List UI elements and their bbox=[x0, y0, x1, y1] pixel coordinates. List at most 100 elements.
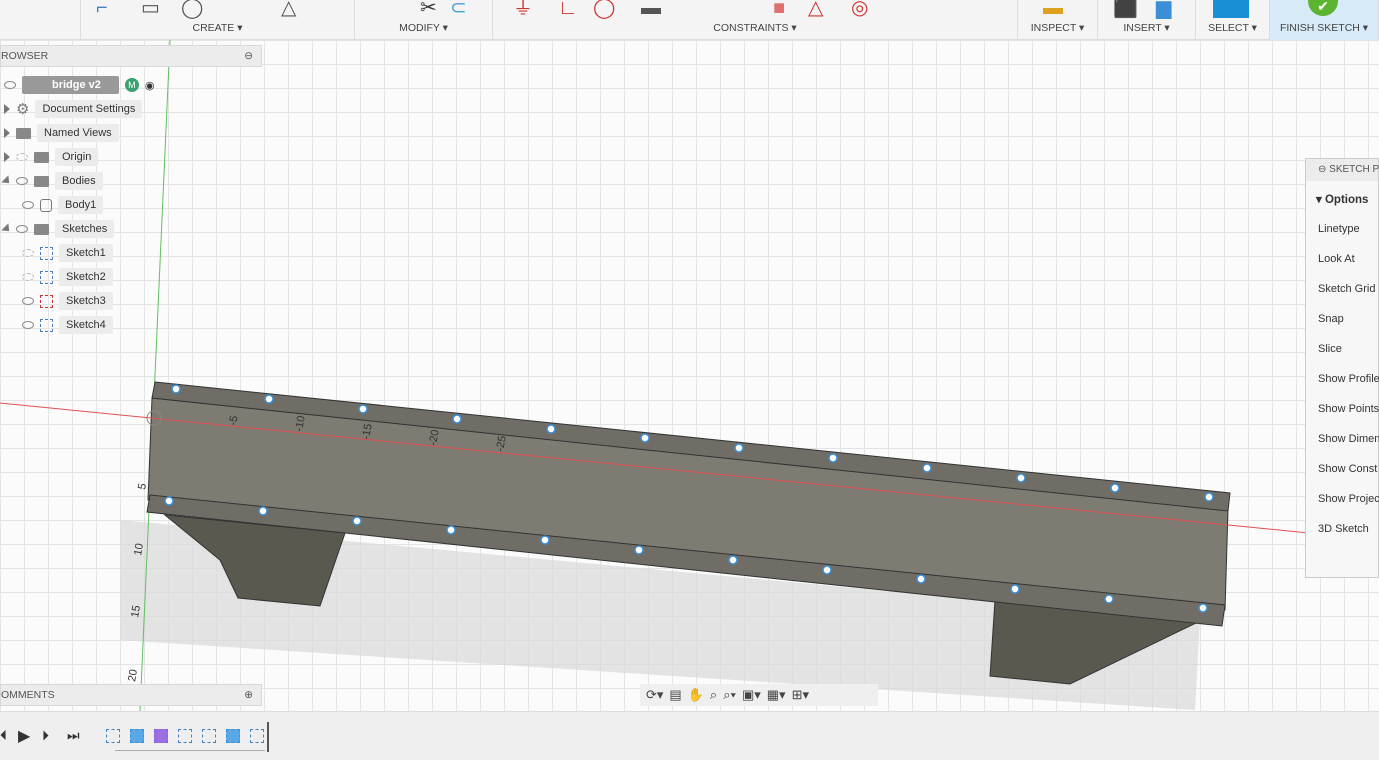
tangent-icon[interactable]: ◯ bbox=[593, 0, 615, 18]
sketch-point[interactable] bbox=[171, 384, 181, 394]
perpendicular-icon[interactable]: ∟ bbox=[558, 0, 578, 18]
step-forward-icon[interactable]: ⏵ bbox=[42, 727, 49, 744]
options-section[interactable]: ▾ Options bbox=[1316, 192, 1368, 206]
sketch-point[interactable] bbox=[446, 525, 456, 535]
display-settings-icon[interactable]: ▣▾ bbox=[742, 687, 761, 703]
sketch-point[interactable] bbox=[728, 555, 738, 565]
palette-option[interactable]: Show Const bbox=[1318, 463, 1377, 475]
eye-icon[interactable] bbox=[16, 177, 28, 185]
select-icon[interactable] bbox=[1213, 0, 1249, 18]
viewports-icon[interactable]: ⊞▾ bbox=[792, 687, 809, 703]
browser-item[interactable]: Named Views bbox=[4, 123, 119, 143]
sketch-point[interactable] bbox=[828, 453, 838, 463]
sketch-point[interactable] bbox=[922, 463, 932, 473]
sketch-point[interactable] bbox=[634, 545, 644, 555]
timeline-feature[interactable] bbox=[178, 729, 192, 743]
eye-icon[interactable] bbox=[22, 249, 34, 257]
sketch-point[interactable] bbox=[916, 574, 926, 584]
browser-item[interactable]: Sketch3 bbox=[22, 291, 113, 311]
sketch-point[interactable] bbox=[1198, 603, 1208, 613]
sketch-point[interactable] bbox=[822, 565, 832, 575]
sketch-point[interactable] bbox=[258, 506, 268, 516]
expand-icon[interactable] bbox=[4, 104, 10, 114]
palette-option[interactable]: Look At bbox=[1318, 253, 1355, 265]
sketch-point[interactable] bbox=[640, 433, 650, 443]
sketch-point[interactable] bbox=[1110, 483, 1120, 493]
root-component[interactable]: bridge v2 M ◉ bbox=[4, 75, 155, 95]
sketch-point[interactable] bbox=[164, 496, 174, 506]
grid-icon[interactable]: ▦▾ bbox=[767, 687, 786, 703]
sketch-point[interactable] bbox=[352, 516, 362, 526]
sketch-point[interactable] bbox=[546, 424, 556, 434]
circle-icon[interactable]: ◯ bbox=[181, 0, 203, 18]
eye-icon[interactable] bbox=[16, 225, 28, 233]
zoom-window-icon[interactable]: ⌕▾ bbox=[723, 687, 736, 703]
insert-mesh-icon[interactable]: ⬛ bbox=[1113, 0, 1138, 18]
palette-option[interactable]: Show Dimen bbox=[1318, 433, 1379, 445]
fix-icon[interactable]: ⏚ bbox=[513, 0, 533, 18]
insert-menu[interactable]: INSERT ▾ bbox=[1098, 22, 1195, 34]
timeline-feature[interactable] bbox=[106, 729, 120, 743]
measure-icon[interactable]: ▬ bbox=[1043, 0, 1063, 18]
timeline-feature[interactable] bbox=[250, 729, 264, 743]
palette-option[interactable]: Snap bbox=[1318, 313, 1344, 325]
palette-option[interactable]: Sketch Grid bbox=[1318, 283, 1375, 295]
look-at-icon[interactable]: ▤ bbox=[669, 687, 681, 703]
offset-icon[interactable]: ⊂ bbox=[450, 0, 467, 18]
pan-icon[interactable]: ✋ bbox=[688, 687, 704, 703]
scissors-icon[interactable]: ✂ bbox=[420, 0, 437, 18]
finish-sketch-menu[interactable]: FINISH SKETCH ▾ bbox=[1270, 22, 1378, 34]
eye-icon[interactable] bbox=[4, 81, 16, 89]
timeline-marker[interactable] bbox=[267, 722, 269, 752]
palette-option[interactable]: Show Profile bbox=[1318, 373, 1379, 385]
collapse-icon[interactable]: ⊖ bbox=[244, 50, 253, 62]
play-icon[interactable]: ▶ bbox=[18, 726, 30, 746]
browser-item[interactable]: ⚙ Document Settings bbox=[4, 99, 143, 119]
palette-option[interactable]: Slice bbox=[1318, 343, 1342, 355]
concentric-icon[interactable]: ◎ bbox=[851, 0, 868, 18]
sketch-point[interactable] bbox=[734, 443, 744, 453]
sketch-point[interactable] bbox=[1010, 584, 1020, 594]
sketch-point[interactable] bbox=[358, 404, 368, 414]
add-comment-icon[interactable]: ⊕ bbox=[244, 689, 253, 701]
expand-icon[interactable] bbox=[1, 223, 13, 235]
midpoint-icon[interactable]: ■ bbox=[773, 0, 785, 18]
eye-icon[interactable] bbox=[16, 153, 28, 161]
zoom-icon[interactable]: ⌕ bbox=[710, 687, 717, 703]
browser-item[interactable]: Sketch4 bbox=[22, 315, 113, 335]
insert-image-icon[interactable]: ▆ bbox=[1156, 0, 1171, 18]
sketch-point[interactable] bbox=[540, 535, 550, 545]
browser-item[interactable]: Sketch1 bbox=[22, 243, 113, 263]
browser-item[interactable]: Sketches bbox=[1, 219, 115, 239]
browser-item[interactable]: Bodies bbox=[1, 171, 103, 191]
go-to-end-icon[interactable]: ⏭ bbox=[67, 727, 80, 744]
browser-item[interactable]: Sketch2 bbox=[22, 267, 113, 287]
constraints-menu[interactable]: CONSTRAINTS ▾ bbox=[493, 22, 1017, 34]
expand-icon[interactable] bbox=[1, 175, 13, 187]
eye-icon[interactable] bbox=[22, 321, 34, 329]
checkmark-icon[interactable]: ✔ bbox=[1308, 0, 1338, 16]
activate-icon[interactable]: ◉ bbox=[145, 79, 155, 92]
canvas-viewport[interactable]: -5 -10 -15 -20 -25 5 10 15 20 bbox=[0, 40, 1379, 711]
eye-icon[interactable] bbox=[22, 297, 34, 305]
create-menu[interactable]: CREATE ▾ bbox=[81, 22, 354, 34]
sketch-point[interactable] bbox=[1016, 473, 1026, 483]
horizontal-icon[interactable]: ▬ bbox=[641, 0, 661, 18]
expand-icon[interactable] bbox=[4, 152, 10, 162]
palette-option[interactable]: Show Points bbox=[1318, 403, 1379, 415]
line-icon[interactable]: ⌐ bbox=[96, 0, 108, 18]
equal-icon[interactable]: △ bbox=[808, 0, 823, 18]
timeline-feature[interactable] bbox=[130, 729, 144, 743]
expand-icon[interactable] bbox=[4, 128, 10, 138]
palette-option[interactable]: Show Projec bbox=[1318, 493, 1379, 505]
palette-option[interactable]: Linetype bbox=[1318, 223, 1360, 235]
eye-icon[interactable] bbox=[22, 273, 34, 281]
sketch-point[interactable] bbox=[452, 414, 462, 424]
palette-option[interactable]: 3D Sketch bbox=[1318, 523, 1369, 535]
inspect-menu[interactable]: INSPECT ▾ bbox=[1018, 22, 1097, 34]
browser-item[interactable]: Origin bbox=[4, 147, 99, 167]
orbit-icon[interactable]: ⟳▾ bbox=[646, 687, 663, 703]
timeline-feature[interactable] bbox=[226, 729, 240, 743]
select-menu[interactable]: SELECT ▾ bbox=[1196, 22, 1269, 34]
timeline-feature[interactable] bbox=[154, 729, 168, 743]
